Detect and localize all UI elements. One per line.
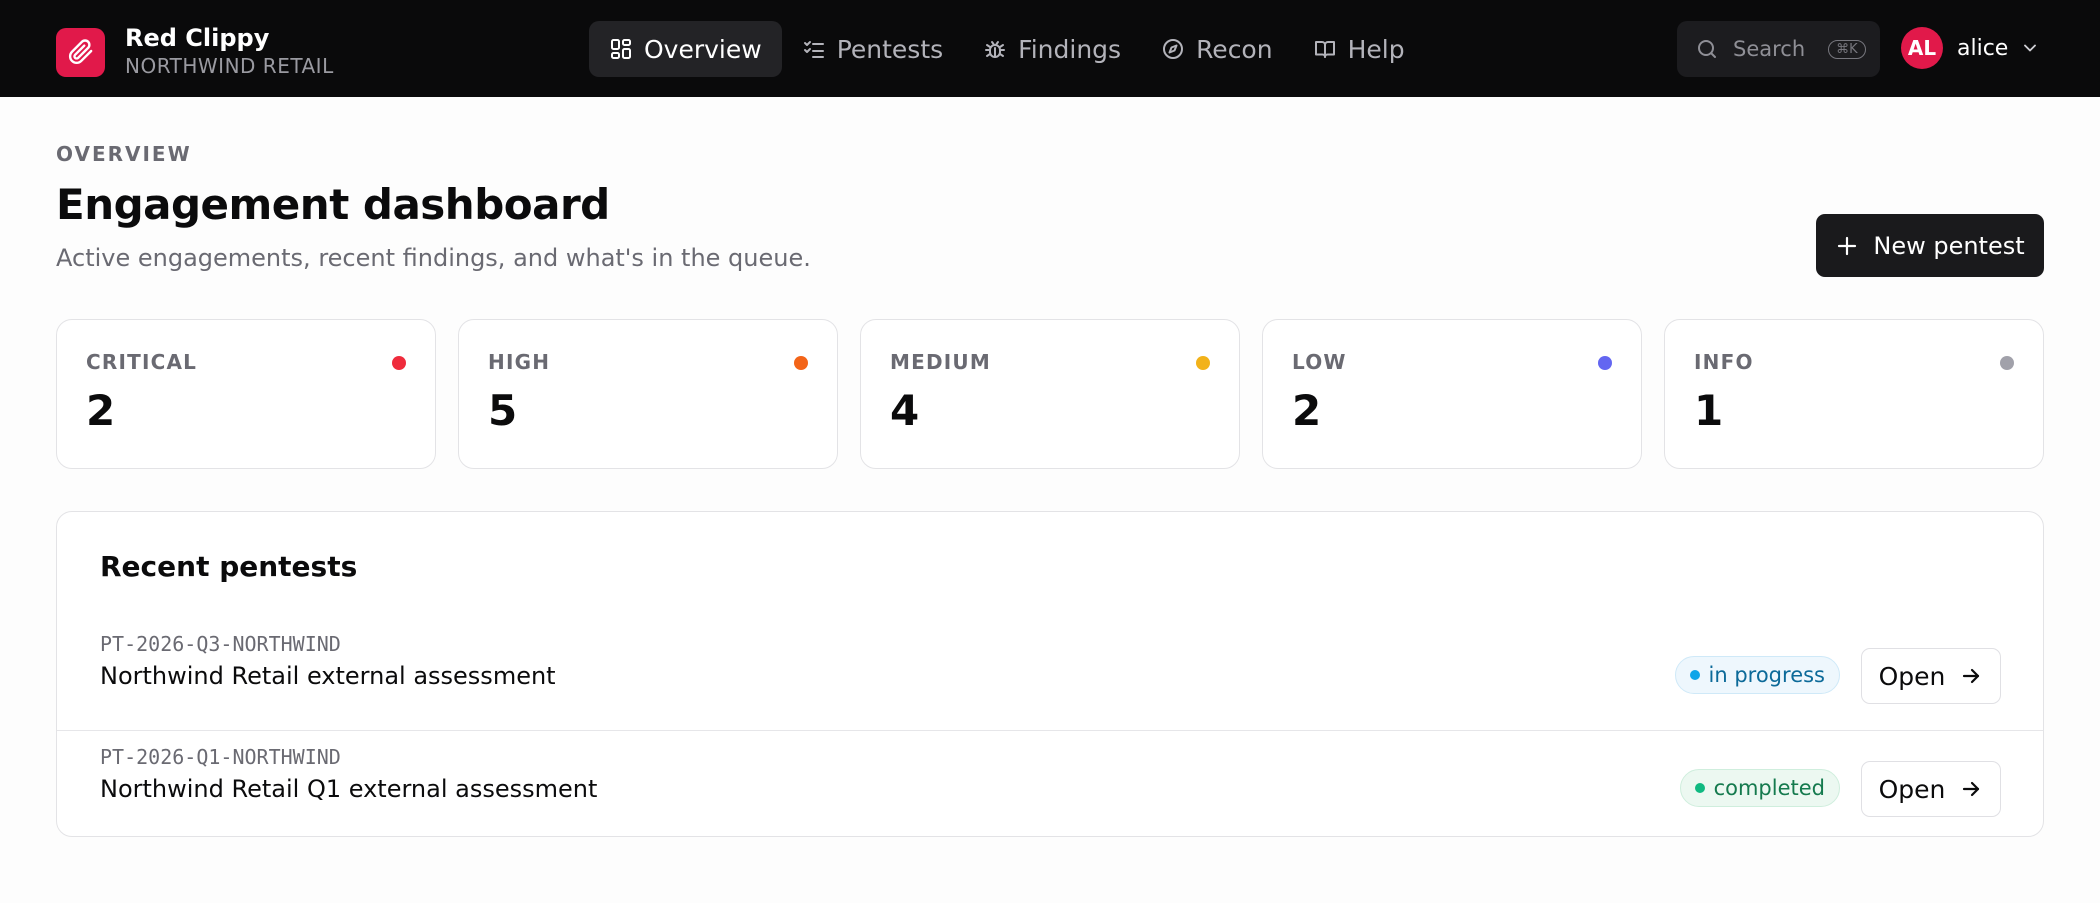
severity-card-low[interactable]: LOW 2 — [1262, 319, 1642, 469]
pentest-name: Northwind Retail Q1 external assessment — [100, 775, 598, 803]
open-label: Open — [1878, 661, 1946, 691]
severity-dot — [2000, 356, 2014, 370]
status-badge: in progress — [1674, 656, 1840, 694]
nav-item-label: Overview — [644, 34, 762, 64]
chevron-down-icon — [2020, 38, 2040, 58]
section-eyebrow: OVERVIEW — [56, 142, 192, 166]
user-menu[interactable]: AL alice — [1901, 27, 2040, 69]
page-title: Engagement dashboard — [56, 180, 610, 229]
brand-text: Red Clippy NORTHWIND RETAIL — [125, 24, 334, 80]
search-icon — [1695, 37, 1719, 61]
nav-item-label: Findings — [1018, 34, 1122, 64]
severity-card-high[interactable]: HIGH 5 — [458, 319, 838, 469]
book-icon — [1313, 37, 1337, 61]
open-pentest-button[interactable]: Open — [1861, 761, 2001, 817]
brand[interactable]: Red Clippy NORTHWIND RETAIL — [56, 24, 334, 80]
severity-label: CRITICAL — [86, 350, 198, 374]
severity-count: 2 — [1292, 386, 1322, 435]
severity-count: 2 — [86, 386, 116, 435]
arrow-right-icon — [1959, 664, 1983, 688]
paperclip-icon — [56, 27, 105, 77]
user-name: alice — [1957, 35, 2009, 61]
pentest-code: PT-2026-Q3-NORTHWIND — [100, 632, 341, 656]
severity-count: 5 — [488, 386, 518, 435]
recent-pentests-panel: Recent pentests PT-2026-Q3-NORTHWIND Nor… — [56, 511, 2044, 837]
list-item[interactable]: PT-2026-Q1-NORTHWIND Northwind Retail Q1… — [57, 730, 2043, 836]
severity-dot — [1598, 356, 1612, 370]
search-shortcut: ⌘K — [1828, 39, 1866, 59]
nav-item-findings[interactable]: Findings — [963, 21, 1141, 77]
nav-item-label: Help — [1347, 34, 1405, 64]
bug-icon — [983, 37, 1007, 61]
severity-summary: CRITICAL 2 HIGH 5 MEDIUM 4 LOW 2 INFO 1 — [56, 319, 2044, 469]
nav-item-pentests[interactable]: Pentests — [782, 21, 963, 77]
severity-card-medium[interactable]: MEDIUM 4 — [860, 319, 1240, 469]
severity-label: INFO — [1694, 350, 1754, 374]
severity-label: LOW — [1292, 350, 1347, 374]
nav-item-label: Pentests — [836, 34, 944, 64]
top-bar: Red Clippy NORTHWIND RETAIL Overview Pen… — [0, 0, 2100, 97]
open-pentest-button[interactable]: Open — [1861, 648, 2001, 704]
recent-pentests-title: Recent pentests — [100, 550, 358, 583]
brand-name: Red Clippy — [125, 24, 270, 52]
brand-org: NORTHWIND RETAIL — [125, 54, 334, 78]
search-input[interactable]: Search ⌘K — [1677, 21, 1880, 77]
severity-dot — [392, 356, 406, 370]
status-dot — [1694, 783, 1705, 793]
severity-count: 1 — [1694, 386, 1724, 435]
page-subtitle: Active engagements, recent findings, and… — [56, 244, 811, 272]
nav-item-help[interactable]: Help — [1293, 21, 1425, 77]
severity-dot — [1196, 356, 1210, 370]
severity-dot — [794, 356, 808, 370]
dashboard-icon — [609, 37, 633, 61]
status-label: completed — [1713, 776, 1825, 800]
arrow-right-icon — [1959, 777, 1983, 801]
pentest-name: Northwind Retail external assessment — [100, 662, 556, 690]
status-label: in progress — [1708, 663, 1825, 687]
severity-count: 4 — [890, 386, 920, 435]
status-badge: completed — [1679, 769, 1840, 807]
plus-icon — [1835, 234, 1859, 258]
nav-item-recon[interactable]: Recon — [1141, 21, 1293, 77]
checklist-icon — [802, 37, 826, 61]
severity-label: MEDIUM — [890, 350, 991, 374]
avatar: AL — [1901, 27, 1943, 69]
list-item[interactable]: PT-2026-Q3-NORTHWIND Northwind Retail ex… — [57, 618, 2043, 724]
severity-card-critical[interactable]: CRITICAL 2 — [56, 319, 436, 469]
nav-item-overview[interactable]: Overview — [589, 21, 782, 77]
severity-label: HIGH — [488, 350, 551, 374]
compass-icon — [1161, 37, 1185, 61]
severity-card-info[interactable]: INFO 1 — [1664, 319, 2044, 469]
status-dot — [1689, 670, 1700, 680]
search-placeholder: Search — [1733, 37, 1806, 61]
pentest-code: PT-2026-Q1-NORTHWIND — [100, 745, 341, 769]
new-pentest-button[interactable]: New pentest — [1816, 214, 2044, 277]
main-nav: Overview Pentests Findings Recon Help — [589, 21, 1425, 77]
open-label: Open — [1878, 774, 1946, 804]
nav-item-label: Recon — [1196, 34, 1273, 64]
new-pentest-label: New pentest — [1873, 231, 2025, 260]
